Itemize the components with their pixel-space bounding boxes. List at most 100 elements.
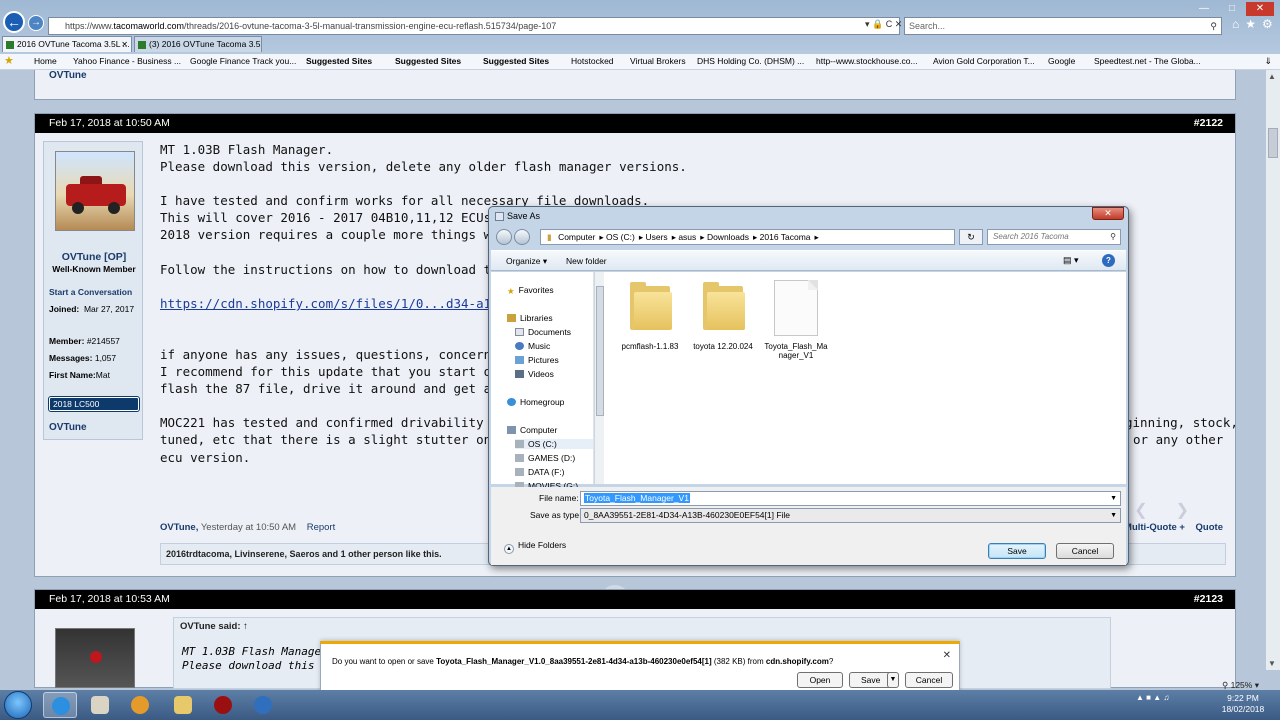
- close-icon[interactable]: ✕: [943, 650, 951, 661]
- page-scrollbar[interactable]: ▲ ▼: [1266, 70, 1280, 670]
- save-type-value: 0_8AA39551-2E81-4D34-A13B-460230E0EF54[1…: [584, 510, 791, 520]
- search-icon[interactable]: ⚲: [1110, 230, 1116, 244]
- file-item-folder[interactable]: pcmflash-1.1.83: [615, 280, 685, 351]
- address-bar[interactable]: https://www.tacomaworld.com/threads/2016…: [48, 17, 900, 35]
- nav-item-data-f[interactable]: DATA (F:): [515, 467, 565, 477]
- favorites-star-icon[interactable]: ★: [4, 54, 14, 69]
- dialog-bottom-pane: File name: Toyota_Flash_Manager_V1 ▼ Sav…: [491, 487, 1126, 565]
- nav-item-os-c[interactable]: OS (C:): [515, 439, 593, 449]
- chevron-down-icon[interactable]: ▼: [1110, 509, 1117, 522]
- fav-link[interactable]: Google Finance Track you...: [190, 54, 296, 69]
- forward-button[interactable]: →: [28, 15, 44, 31]
- nav-pane-scrollbar[interactable]: [594, 272, 604, 484]
- nav-arrows-icon[interactable]: ❮❯: [1134, 500, 1217, 520]
- username[interactable]: OVTune [OP]: [44, 251, 144, 263]
- dialog-forward-button[interactable]: [514, 229, 530, 245]
- breadcrumb-item[interactable]: Users: [645, 232, 667, 242]
- favorites-overflow-icon[interactable]: ⇓: [1264, 54, 1272, 69]
- footer-username[interactable]: OVTune,: [160, 522, 198, 533]
- new-folder-button[interactable]: New folder: [566, 256, 607, 266]
- multi-quote-link[interactable]: Multi-Quote +: [1124, 522, 1185, 533]
- nav-item-libraries[interactable]: Libraries: [507, 313, 553, 323]
- organize-button[interactable]: Organize ▾: [506, 256, 547, 267]
- nav-item-homegroup[interactable]: Homegroup: [507, 397, 564, 407]
- breadcrumb-item[interactable]: asus: [678, 232, 696, 242]
- fav-link[interactable]: Speedtest.net - The Globa...: [1094, 54, 1201, 69]
- fav-link[interactable]: Avion Gold Corporation T...: [933, 54, 1035, 69]
- minimize-button[interactable]: —: [1190, 2, 1218, 16]
- chevron-down-icon[interactable]: ▼: [887, 672, 899, 688]
- post-number[interactable]: #2123: [1194, 590, 1223, 609]
- open-button[interactable]: Open: [797, 672, 843, 688]
- close-window-button[interactable]: ✕: [1246, 2, 1274, 16]
- taskbar-app-icon[interactable]: [83, 692, 117, 718]
- nav-item-videos[interactable]: Videos: [515, 369, 554, 379]
- fav-link[interactable]: http--www.stockhouse.co...: [816, 54, 918, 69]
- cancel-button[interactable]: Cancel: [1056, 543, 1114, 559]
- system-tray-icons[interactable]: ▲ ■ ▲ ♫: [1136, 693, 1169, 702]
- post-number[interactable]: #2122: [1194, 114, 1223, 133]
- scroll-down-icon[interactable]: ▼: [1268, 659, 1276, 668]
- fav-link[interactable]: Suggested Sites: [306, 54, 372, 69]
- address-controls-icon[interactable]: ▾ 🔒 C ✕: [865, 19, 902, 30]
- fav-link[interactable]: Yahoo Finance - Business ...: [73, 54, 181, 69]
- nav-item-documents[interactable]: Documents: [515, 327, 571, 337]
- nav-item-computer[interactable]: Computer: [507, 425, 557, 435]
- tab-close-icon[interactable]: ✕: [121, 37, 128, 52]
- nav-item-favorites[interactable]: ★ Favorites: [507, 285, 554, 296]
- breadcrumb-item[interactable]: Downloads: [707, 232, 749, 242]
- tab-active[interactable]: 2016 OVTune Tacoma 3.5L ... ✕: [2, 36, 132, 52]
- quote-link[interactable]: Quote: [1196, 522, 1223, 533]
- file-item-folder[interactable]: toyota 12.20.024: [688, 280, 758, 351]
- footer-time[interactable]: Yesterday at 10:50 AM: [201, 522, 296, 533]
- quote-attribution[interactable]: OVTune said: ↑: [180, 621, 248, 632]
- report-link[interactable]: Report: [307, 522, 336, 533]
- nav-item-music[interactable]: Music: [515, 341, 550, 351]
- taskbar-clock[interactable]: 9:22 PM 18/02/2018: [1218, 693, 1268, 715]
- taskbar-folder-icon[interactable]: [166, 692, 200, 718]
- back-button[interactable]: ←: [3, 11, 25, 33]
- fav-link[interactable]: Virtual Brokers: [630, 54, 686, 69]
- taskbar-internet-explorer-icon[interactable]: [43, 692, 77, 718]
- scroll-up-icon[interactable]: ▲: [1268, 72, 1276, 81]
- file-name-input[interactable]: Toyota_Flash_Manager_V1 ▼: [580, 491, 1121, 506]
- fav-link[interactable]: Google: [1048, 54, 1075, 69]
- view-options-icon[interactable]: ▤ ▾: [1063, 255, 1079, 266]
- taskbar-media-player-icon[interactable]: [123, 692, 157, 718]
- save-type-select[interactable]: 0_8AA39551-2E81-4D34-A13B-460230E0EF54[1…: [580, 508, 1121, 523]
- dialog-search-input[interactable]: Search 2016 Tacoma ⚲: [987, 229, 1121, 245]
- download-cancel-button[interactable]: Cancel: [905, 672, 953, 688]
- nav-item-games-d[interactable]: GAMES (D:): [515, 453, 575, 463]
- fav-link[interactable]: Suggested Sites: [483, 54, 549, 69]
- taskbar-game-icon[interactable]: [206, 692, 240, 718]
- avatar[interactable]: [55, 151, 135, 231]
- dialog-close-button[interactable]: ✕: [1092, 207, 1124, 220]
- search-icon[interactable]: ⚲: [1210, 18, 1217, 34]
- taskbar-chrome-icon[interactable]: [246, 692, 280, 718]
- music-icon: [515, 342, 524, 350]
- chevron-down-icon[interactable]: ▼: [1110, 492, 1117, 505]
- refresh-icon[interactable]: ↻: [959, 229, 983, 245]
- fav-link[interactable]: Hotstocked: [571, 54, 614, 69]
- help-icon[interactable]: ?: [1102, 254, 1115, 267]
- file-item-document[interactable]: Toyota_Flash_Ma nager_V1: [761, 280, 831, 360]
- breadcrumb-item[interactable]: 2016 Tacoma: [760, 232, 811, 242]
- breadcrumb-item[interactable]: OS (C:): [606, 232, 635, 242]
- fav-link[interactable]: DHS Holding Co. (DHSM) ...: [697, 54, 804, 69]
- scroll-thumb[interactable]: [1268, 128, 1278, 158]
- fav-link[interactable]: Suggested Sites: [395, 54, 461, 69]
- save-button[interactable]: Save: [988, 543, 1046, 559]
- dialog-breadcrumb[interactable]: ▮ Computer ▸ OS (C:) ▸ Users ▸ asus ▸ Downlo…: [540, 229, 955, 245]
- start-button[interactable]: [4, 691, 32, 719]
- maximize-button[interactable]: □: [1218, 2, 1246, 16]
- fav-link[interactable]: Home: [34, 54, 57, 69]
- avatar[interactable]: [55, 628, 135, 688]
- hide-folders-toggle[interactable]: ▲ Hide Folders: [504, 540, 566, 554]
- start-conversation-link[interactable]: Start a Conversation: [49, 287, 132, 297]
- tab-inactive[interactable]: (3) 2016 OVTune Tacoma 3.5L ...: [134, 36, 262, 52]
- breadcrumb-item[interactable]: Computer: [558, 232, 595, 242]
- dialog-back-button[interactable]: [496, 229, 512, 245]
- home-star-gear-icons[interactable]: ⌂★⚙: [1232, 17, 1279, 31]
- nav-item-pictures[interactable]: Pictures: [515, 355, 559, 365]
- browser-search-input[interactable]: Search... ⚲: [904, 17, 1222, 35]
